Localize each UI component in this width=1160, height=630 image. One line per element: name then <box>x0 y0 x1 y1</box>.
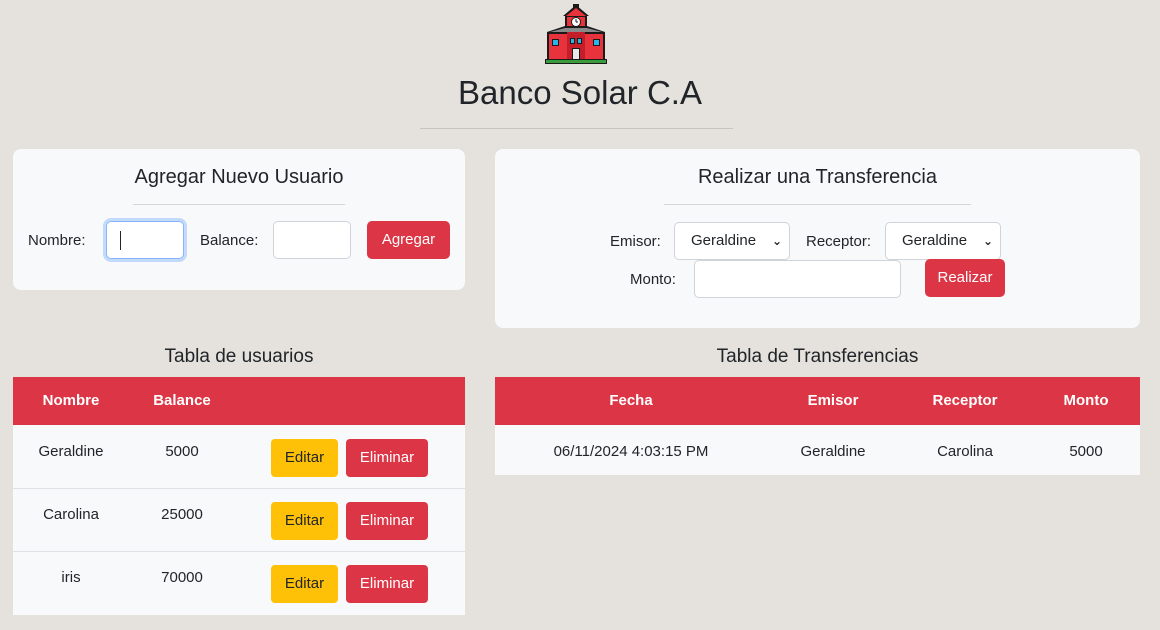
receiver-select[interactable]: Geraldine ⌄ <box>885 222 1001 260</box>
sender-select[interactable]: Geraldine ⌄ <box>674 222 790 260</box>
transfer-sender-cell: Geraldine <box>800 443 866 460</box>
user-name-cell: Geraldine <box>38 443 104 460</box>
transfers-table: Fecha Emisor Receptor Monto 06/11/2024 4… <box>495 377 1140 475</box>
table-row: iris 70000 Editar Eliminar <box>13 552 465 615</box>
add-user-title: Agregar Nuevo Usuario <box>134 166 344 188</box>
column-header-nombre: Nombre <box>42 392 100 409</box>
name-label: Nombre: <box>28 232 86 249</box>
user-balance-cell: 70000 <box>161 569 203 586</box>
user-name-cell: Carolina <box>43 506 99 523</box>
chevron-down-icon: ⌄ <box>771 234 782 248</box>
school-building-icon <box>543 2 609 68</box>
users-table-title: Tabla de usuarios <box>164 346 314 367</box>
column-header-balance: Balance <box>153 392 211 409</box>
user-name-cell: iris <box>61 569 81 586</box>
edit-button[interactable]: Editar <box>271 439 338 477</box>
transfer-card: Realizar una Transferencia Emisor: Geral… <box>495 149 1140 328</box>
add-user-button[interactable]: Agregar <box>367 221 450 259</box>
table-row: 06/11/2024 4:03:15 PM Geraldine Carolina… <box>495 426 1140 475</box>
amount-input[interactable] <box>694 260 901 298</box>
page-title: Banco Solar C.A <box>458 74 702 111</box>
transfers-table-header: Fecha Emisor Receptor Monto <box>495 377 1140 425</box>
text-caret <box>120 231 121 250</box>
user-balance-cell: 25000 <box>161 506 203 523</box>
delete-button[interactable]: Eliminar <box>346 565 428 603</box>
receiver-label: Receptor: <box>806 233 872 250</box>
column-header-monto: Monto <box>1063 392 1109 409</box>
transfer-submit-button[interactable]: Realizar <box>925 259 1005 297</box>
sender-selected-value: Geraldine <box>691 232 757 249</box>
delete-button[interactable]: Eliminar <box>346 502 428 540</box>
add-user-divider <box>133 204 345 205</box>
add-user-card: Agregar Nuevo Usuario Nombre: Balance: A… <box>13 149 465 290</box>
chevron-down-icon: ⌄ <box>982 234 993 248</box>
transfer-title: Realizar una Transferencia <box>697 166 937 188</box>
table-row: Carolina 25000 Editar Eliminar <box>13 489 465 552</box>
balance-input[interactable] <box>273 221 351 259</box>
name-input[interactable] <box>106 221 184 259</box>
title-divider <box>420 128 733 129</box>
user-balance-cell: 5000 <box>165 443 199 460</box>
receiver-selected-value: Geraldine <box>902 232 968 249</box>
delete-button[interactable]: Eliminar <box>346 439 428 477</box>
sender-label: Emisor: <box>610 233 661 250</box>
column-header-receptor: Receptor <box>932 392 998 409</box>
users-table: Nombre Balance Geraldine 5000 Editar Eli… <box>13 377 465 615</box>
table-row: Geraldine 5000 Editar Eliminar <box>13 426 465 489</box>
edit-button[interactable]: Editar <box>271 565 338 603</box>
balance-label: Balance: <box>200 232 259 249</box>
amount-label: Monto: <box>630 271 676 288</box>
edit-button[interactable]: Editar <box>271 502 338 540</box>
transfer-amount-cell: 5000 <box>1069 443 1103 460</box>
transfer-receiver-cell: Carolina <box>937 443 993 460</box>
users-table-header: Nombre Balance <box>13 377 465 425</box>
transfer-divider <box>664 204 971 205</box>
transfers-table-title: Tabla de Transferencias <box>716 346 919 367</box>
column-header-emisor: Emisor <box>807 392 859 409</box>
transfer-date-cell: 06/11/2024 4:03:15 PM <box>553 443 709 460</box>
column-header-fecha: Fecha <box>609 392 653 409</box>
